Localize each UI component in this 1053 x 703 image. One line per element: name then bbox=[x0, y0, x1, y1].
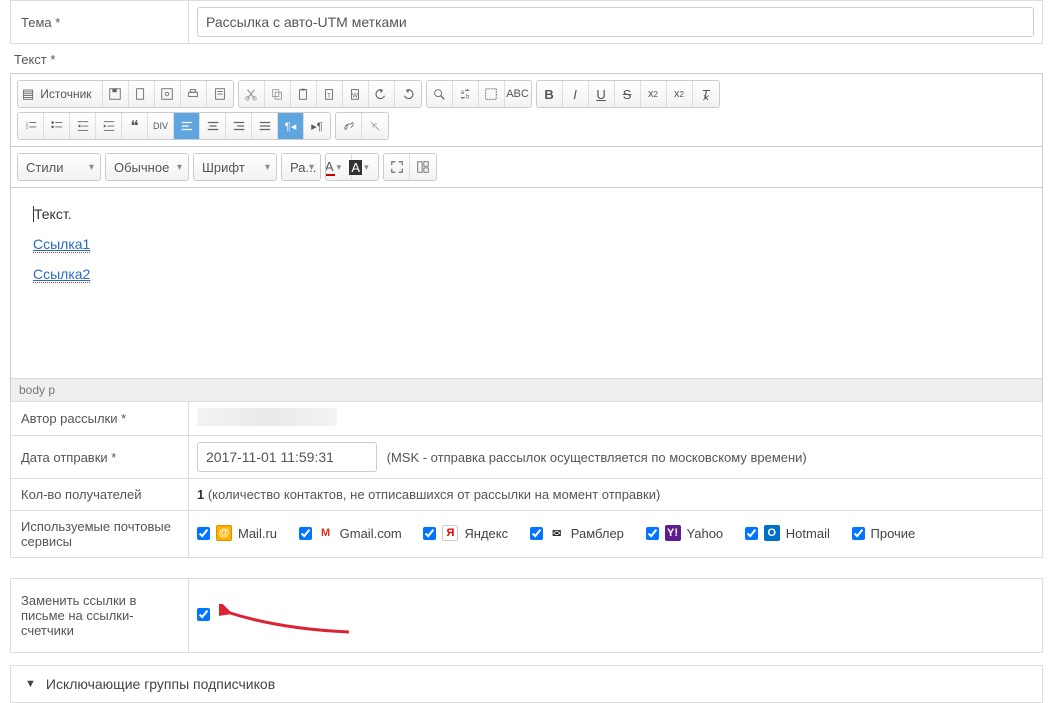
recipients-label: Кол-во получателей bbox=[11, 479, 189, 511]
showblocks-icon[interactable] bbox=[410, 154, 436, 180]
svg-text:1: 1 bbox=[25, 120, 28, 125]
bidi-ltr-icon[interactable]: ¶◂ bbox=[278, 113, 304, 139]
undo-icon[interactable] bbox=[369, 81, 395, 107]
services-label: Используемые почтовые сервисы bbox=[11, 511, 189, 558]
svg-text:2: 2 bbox=[25, 125, 28, 130]
numlist-icon[interactable]: 12 bbox=[18, 113, 44, 139]
editor-link2[interactable]: Ссылка2 bbox=[33, 266, 90, 283]
outdent-icon[interactable] bbox=[70, 113, 96, 139]
rambler-icon: ✉ bbox=[549, 525, 565, 541]
styles-select[interactable]: Стили bbox=[17, 153, 101, 181]
superscript-icon[interactable]: x2 bbox=[667, 81, 693, 107]
redo-icon[interactable] bbox=[395, 81, 421, 107]
svg-text:a: a bbox=[461, 89, 465, 96]
editor-toolbar-row1: ▤ Источник T W ab ABC B I U S x2 x2 T✕ 1… bbox=[11, 74, 1042, 147]
paste-word-icon[interactable]: W bbox=[343, 81, 369, 107]
paste-text-icon[interactable]: T bbox=[317, 81, 343, 107]
font-select[interactable]: Шрифт bbox=[193, 153, 277, 181]
align-right-icon[interactable] bbox=[226, 113, 252, 139]
strike-icon[interactable]: S bbox=[615, 81, 641, 107]
service-other[interactable]: Прочие bbox=[852, 526, 916, 541]
send-date-hint: (MSK - отправка рассылок осуществляется … bbox=[387, 450, 807, 465]
chevron-down-icon: ▼ bbox=[25, 678, 36, 690]
service-gmail[interactable]: MGmail.com bbox=[299, 525, 402, 541]
find-icon[interactable] bbox=[427, 81, 453, 107]
yandex-icon: Я bbox=[442, 525, 458, 541]
bulllist-icon[interactable] bbox=[44, 113, 70, 139]
preview-icon[interactable] bbox=[155, 81, 181, 107]
send-date-label: Дата отправки * bbox=[11, 436, 189, 479]
copy-icon[interactable] bbox=[265, 81, 291, 107]
service-yahoo[interactable]: Y!Yahoo bbox=[646, 525, 724, 541]
text-label: Текст * bbox=[10, 44, 1043, 73]
replace-links-label: Заменить ссылки в письме на ссылки-счетч… bbox=[11, 579, 189, 653]
editor-area[interactable]: Текст. Ссылка1 Ссылка2 bbox=[11, 188, 1042, 378]
service-yandex[interactable]: ЯЯндекс bbox=[423, 525, 508, 541]
print-icon[interactable] bbox=[181, 81, 207, 107]
excluding-groups-section[interactable]: ▼ Исключающие группы подписчиков bbox=[10, 665, 1043, 703]
mailru-icon: @ bbox=[216, 525, 232, 541]
editor-path: body p bbox=[11, 378, 1042, 401]
svg-text:W: W bbox=[352, 93, 358, 100]
svg-text:T: T bbox=[327, 93, 331, 100]
align-left-icon[interactable] bbox=[174, 113, 200, 139]
align-justify-icon[interactable] bbox=[252, 113, 278, 139]
maximize-icon[interactable] bbox=[384, 154, 410, 180]
format-select[interactable]: Обычное bbox=[105, 153, 189, 181]
theme-input[interactable] bbox=[197, 7, 1034, 37]
size-select[interactable]: Ра... bbox=[281, 153, 321, 181]
subscript-icon[interactable]: x2 bbox=[641, 81, 667, 107]
editor-toolbar-row2: Стили Обычное Шрифт Ра... A▾ A▾ bbox=[11, 147, 1042, 188]
recipients-hint: (количество контактов, не отписавшихся о… bbox=[204, 487, 660, 502]
indent-icon[interactable] bbox=[96, 113, 122, 139]
bold-icon[interactable]: B bbox=[537, 81, 563, 107]
replace-links-checkbox[interactable] bbox=[197, 608, 210, 621]
svg-text:b: b bbox=[466, 93, 470, 100]
cut-icon[interactable] bbox=[239, 81, 265, 107]
replace-icon[interactable]: ab bbox=[453, 81, 479, 107]
bidi-rtl-icon[interactable]: ▸¶ bbox=[304, 113, 330, 139]
spellcheck-icon[interactable]: ABC bbox=[505, 81, 531, 107]
newpage-icon[interactable] bbox=[129, 81, 155, 107]
service-hotmail[interactable]: OHotmail bbox=[745, 525, 830, 541]
div-icon[interactable]: DIV bbox=[148, 113, 174, 139]
send-date-input[interactable] bbox=[197, 442, 377, 472]
editor-link1[interactable]: Ссылка1 bbox=[33, 236, 90, 253]
annotation-arrow-icon bbox=[219, 604, 359, 644]
yahoo-icon: Y! bbox=[665, 525, 681, 541]
bg-color-icon[interactable]: A▾ bbox=[352, 154, 378, 180]
service-rambler[interactable]: ✉Рамблер bbox=[530, 525, 624, 541]
align-center-icon[interactable] bbox=[200, 113, 226, 139]
gmail-icon: M bbox=[318, 525, 334, 541]
hotmail-icon: O bbox=[764, 525, 780, 541]
unlink-icon[interactable] bbox=[362, 113, 388, 139]
blockquote-icon[interactable]: ❝ bbox=[122, 113, 148, 139]
italic-icon[interactable]: I bbox=[563, 81, 589, 107]
service-mailru[interactable]: @Mail.ru bbox=[197, 525, 277, 541]
author-value bbox=[197, 408, 337, 426]
source-button[interactable]: ▤ Источник bbox=[18, 81, 103, 107]
selectall-icon[interactable] bbox=[479, 81, 505, 107]
text-color-icon[interactable]: A▾ bbox=[326, 154, 352, 180]
source-icon: ▤ bbox=[22, 86, 34, 102]
link-icon[interactable] bbox=[336, 113, 362, 139]
author-label: Автор рассылки * bbox=[11, 402, 189, 436]
save-icon[interactable] bbox=[103, 81, 129, 107]
paste-icon[interactable] bbox=[291, 81, 317, 107]
removeformat-icon[interactable]: T✕ bbox=[693, 81, 719, 107]
theme-label: Тема * bbox=[11, 1, 189, 44]
underline-icon[interactable]: U bbox=[589, 81, 615, 107]
templates-icon[interactable] bbox=[207, 81, 233, 107]
